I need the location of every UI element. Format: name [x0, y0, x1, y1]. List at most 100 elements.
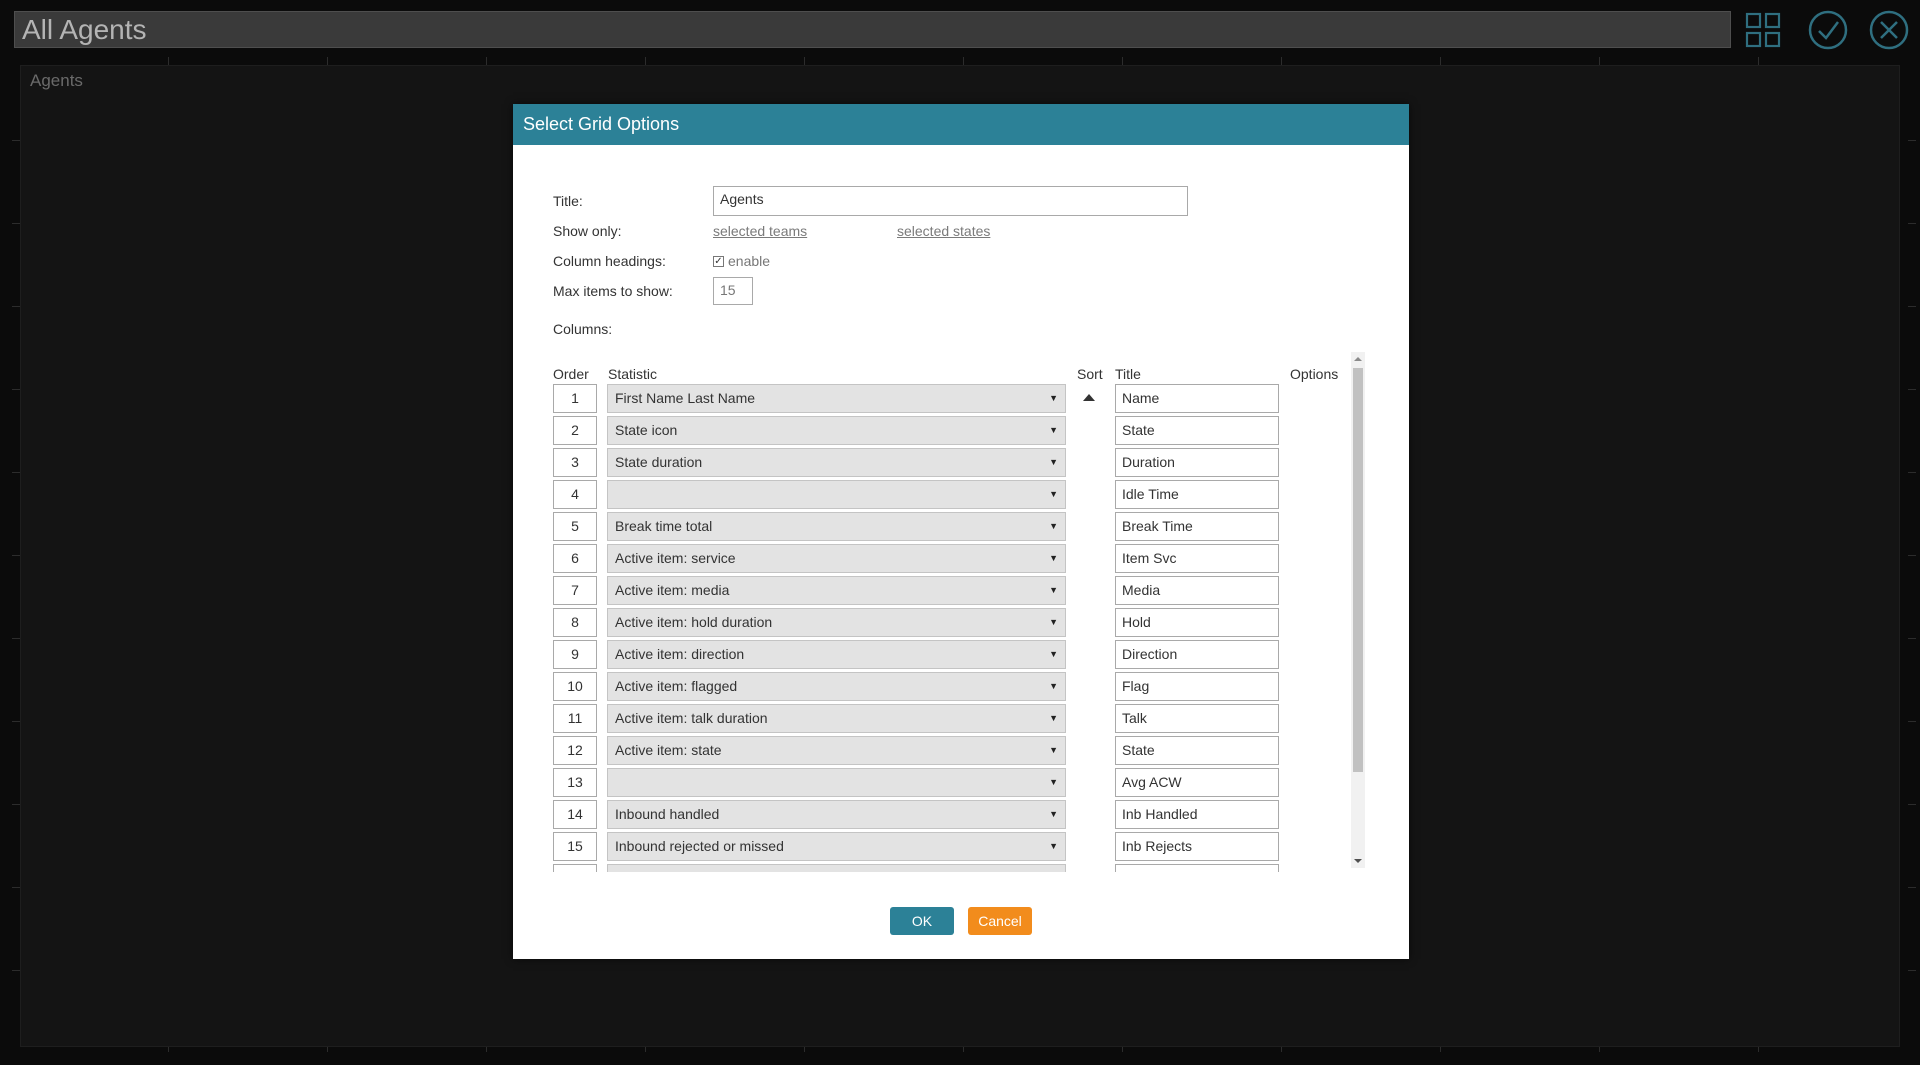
check-circle-icon[interactable]	[1808, 10, 1848, 50]
statistic-select[interactable]: State duration ▼	[607, 448, 1066, 477]
dropdown-arrow-icon: ▼	[1049, 457, 1058, 467]
statistic-select[interactable]: State icon ▼	[607, 416, 1066, 445]
select-grid-options-dialog: Select Grid Options Title: Agents Show o…	[513, 104, 1409, 959]
order-input[interactable]: 11	[553, 704, 597, 733]
column-headings-toggle[interactable]: ✓ enable	[713, 249, 770, 273]
order-input[interactable]: 12	[553, 736, 597, 765]
dropdown-arrow-icon: ▼	[1049, 489, 1058, 499]
title-input[interactable]: Agents	[713, 186, 1188, 216]
statistic-value: Active item: service	[615, 550, 736, 566]
statistic-select[interactable]: Active item: service ▼	[607, 544, 1066, 573]
show-only-label: Show only:	[553, 223, 622, 239]
dropdown-arrow-icon: ▼	[1049, 777, 1058, 787]
order-input[interactable]: 10	[553, 672, 597, 701]
selected-teams-link[interactable]: selected teams	[713, 219, 807, 243]
column-title-input[interactable]: Inb Rejects	[1115, 832, 1279, 861]
statistic-value: Active item: flagged	[615, 678, 738, 694]
dialog-title: Select Grid Options	[513, 104, 1409, 145]
order-input[interactable]: 1	[553, 384, 597, 413]
order-input[interactable]: 13	[553, 768, 597, 797]
column-title-input[interactable]: Flag	[1115, 672, 1279, 701]
statistic-value: Active item: hold duration	[615, 614, 773, 630]
sort-ascending-icon[interactable]	[1083, 394, 1095, 401]
statistic-select[interactable]: Inbound handled ▼	[607, 800, 1066, 829]
selected-states-link[interactable]: selected states	[897, 219, 990, 243]
column-row: 15 Inbound rejected or missed ▼ Inb Rejects	[553, 832, 1313, 864]
dropdown-arrow-icon: ▼	[1049, 745, 1058, 755]
statistic-select[interactable]: Inbound rejected or missed ▼	[607, 832, 1066, 861]
statistic-select[interactable]: Outbound interactions handled (email - s…	[607, 864, 1066, 872]
panel-label: Agents	[30, 71, 83, 90]
grid-icon[interactable]	[1743, 10, 1783, 50]
ok-button[interactable]: OK	[890, 907, 954, 935]
max-items-label: Max items to show:	[553, 283, 673, 299]
order-input[interactable]: 5	[553, 512, 597, 541]
dropdown-arrow-icon: ▼	[1049, 809, 1058, 819]
column-title-input[interactable]: State	[1115, 416, 1279, 445]
dropdown-arrow-icon: ▼	[1049, 649, 1058, 659]
column-title-input[interactable]: Item Svc	[1115, 544, 1279, 573]
statistic-select[interactable]: Active item: media ▼	[607, 576, 1066, 605]
close-circle-icon[interactable]	[1869, 10, 1909, 50]
dropdown-arrow-icon: ▼	[1049, 681, 1058, 691]
statistic-value: Active item: state	[615, 742, 722, 758]
column-row: 8 Active item: hold duration ▼ Hold	[553, 608, 1313, 640]
columns-label: Columns:	[553, 321, 613, 337]
column-row: 2 State icon ▼ State	[553, 416, 1313, 448]
statistic-select[interactable]: Break time total ▼	[607, 512, 1066, 541]
statistic-select[interactable]: Active item: hold duration ▼	[607, 608, 1066, 637]
window-title: All Agents	[22, 14, 147, 45]
dropdown-arrow-icon: ▼	[1049, 841, 1058, 851]
column-headings-label: Column headings:	[553, 253, 666, 269]
order-input[interactable]: 8	[553, 608, 597, 637]
statistic-select[interactable]: Active item: flagged ▼	[607, 672, 1066, 701]
column-row: 14 Inbound handled ▼ Inb Handled	[553, 800, 1313, 832]
dropdown-arrow-icon: ▼	[1049, 393, 1058, 403]
column-title-input[interactable]: Name	[1115, 384, 1279, 413]
order-input[interactable]: 15	[553, 832, 597, 861]
max-items-input[interactable]: 15	[713, 277, 753, 305]
dropdown-arrow-icon: ▼	[1049, 585, 1058, 595]
order-input[interactable]: 6	[553, 544, 597, 573]
column-row: 11 Active item: talk duration ▼ Talk	[553, 704, 1313, 736]
column-title-input[interactable]: Break Time	[1115, 512, 1279, 541]
column-title-input[interactable]: Direction	[1115, 640, 1279, 669]
column-title-input[interactable]: Avg ACW	[1115, 768, 1279, 797]
order-header: Order	[553, 366, 589, 382]
statistic-value: First Name Last Name	[615, 390, 756, 406]
statistic-select[interactable]: ▼	[607, 480, 1066, 509]
statistic-select[interactable]: First Name Last Name ▼	[607, 384, 1066, 413]
order-input[interactable]: 7	[553, 576, 597, 605]
statistic-value: Inbound handled	[615, 806, 720, 822]
scroll-down-arrow-icon[interactable]	[1354, 859, 1362, 863]
column-title-input[interactable]: Idle Time	[1115, 480, 1279, 509]
order-input[interactable]: 16	[553, 864, 597, 872]
column-row: 13 ▼ Avg ACW	[553, 768, 1313, 800]
column-title-input[interactable]: Talk	[1115, 704, 1279, 733]
order-input[interactable]: 9	[553, 640, 597, 669]
scrollbar-thumb[interactable]	[1353, 368, 1363, 772]
order-input[interactable]: 14	[553, 800, 597, 829]
columns-scrollbar[interactable]	[1351, 352, 1365, 868]
scroll-up-arrow-icon[interactable]	[1354, 357, 1362, 361]
column-title-input[interactable]: Duration	[1115, 448, 1279, 477]
statistic-select[interactable]: Active item: state ▼	[607, 736, 1066, 765]
order-input[interactable]: 3	[553, 448, 597, 477]
cancel-button[interactable]: Cancel	[968, 907, 1032, 935]
statistic-select[interactable]: Active item: talk duration ▼	[607, 704, 1066, 733]
column-title-input[interactable]: Media	[1115, 576, 1279, 605]
statistic-select[interactable]: ▼	[607, 768, 1066, 797]
column-title-input[interactable]: Hold	[1115, 608, 1279, 637]
column-title-input[interactable]: Outb Handled	[1115, 864, 1279, 872]
statistic-value: Inbound rejected or missed	[615, 838, 784, 854]
order-input[interactable]: 2	[553, 416, 597, 445]
order-input[interactable]: 4	[553, 480, 597, 509]
enable-checkbox[interactable]: ✓	[713, 255, 724, 267]
column-title-input[interactable]: State	[1115, 736, 1279, 765]
column-title-input[interactable]: Inb Handled	[1115, 800, 1279, 829]
ruler-left	[12, 60, 20, 1053]
statistic-value: Active item: media	[615, 582, 730, 598]
title-header: Title	[1115, 366, 1141, 382]
dropdown-arrow-icon: ▼	[1049, 521, 1058, 531]
statistic-select[interactable]: Active item: direction ▼	[607, 640, 1066, 669]
